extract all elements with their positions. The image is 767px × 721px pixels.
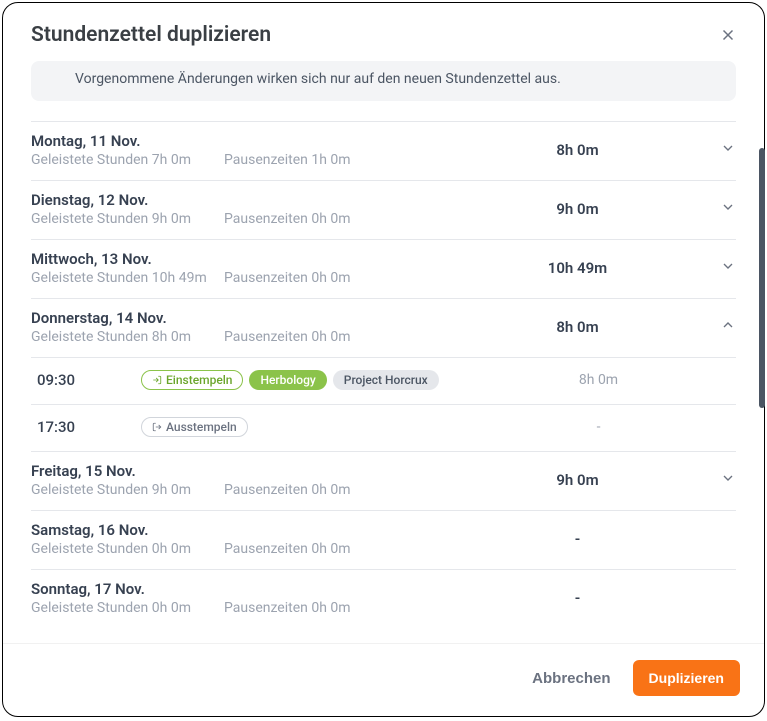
day-name: Dienstag, 12 Nov. [31,191,224,209]
day-break: Pausenzeiten 0h 0m [224,600,429,616]
day-break: Pausenzeiten 0h 0m [224,211,429,227]
day-break: Pausenzeiten 0h 0m [224,541,429,557]
category-badge: Herbology [249,370,326,390]
day-row[interactable]: Freitag, 15 Nov. Geleistete Stunden 9h 0… [31,451,736,510]
day-row[interactable]: Samstag, 16 Nov. Geleistete Stunden 0h 0… [31,510,736,569]
chevron-down-icon [720,199,736,215]
expand-toggle[interactable] [696,199,736,219]
chevron-down-icon [720,140,736,156]
info-banner: Vorgenommene Änderungen wirken sich nur … [31,61,736,101]
day-worked: Geleistete Stunden 8h 0m [31,329,224,345]
scrollbar-thumb[interactable] [759,148,765,408]
chevron-down-icon [720,258,736,274]
modal-header: Stundenzettel duplizieren [3,3,764,61]
close-icon [719,26,737,44]
day-worked: Geleistete Stunden 7h 0m [31,152,224,168]
day-row[interactable]: Montag, 11 Nov. Geleistete Stunden 7h 0m… [31,121,736,180]
project-badge: Project Horcrux [333,370,439,390]
entry-time: 17:30 [31,418,141,436]
expand-toggle[interactable] [696,470,736,490]
day-total: 9h 0m [429,200,696,218]
day-name: Samstag, 16 Nov. [31,521,224,539]
day-break: Pausenzeiten 1h 0m [224,152,429,168]
modal-footer: Abbrechen Duplizieren [3,643,764,716]
day-total: 8h 0m [429,318,696,336]
entry-duration: 8h 0m [471,372,696,388]
day-total: 10h 49m [429,259,696,277]
duplicate-button[interactable]: Duplizieren [633,660,740,696]
clock-out-badge: Ausstempeln [141,417,248,437]
day-total: - [429,589,696,607]
day-break: Pausenzeiten 0h 0m [224,270,429,286]
day-name: Freitag, 15 Nov. [31,462,224,480]
info-banner-text: Vorgenommene Änderungen wirken sich nur … [75,71,561,87]
day-total: 9h 0m [429,471,696,489]
cancel-button[interactable]: Abbrechen [532,670,610,687]
chevron-down-icon [720,470,736,486]
expand-toggle[interactable] [696,140,736,160]
logout-icon [152,422,162,432]
entry-duration: - [471,419,696,435]
modal-title: Stundenzettel duplizieren [31,23,271,47]
day-worked: Geleistete Stunden 0h 0m [31,600,224,616]
login-icon [152,375,162,385]
day-row[interactable]: Dienstag, 12 Nov. Geleistete Stunden 9h … [31,180,736,239]
day-name: Montag, 11 Nov. [31,132,224,150]
entry-time: 09:30 [31,371,141,389]
day-total: - [429,530,696,548]
expand-toggle[interactable] [696,258,736,278]
day-worked: Geleistete Stunden 9h 0m [31,482,224,498]
day-worked: Geleistete Stunden 10h 49m [31,270,224,286]
time-entry-row: 09:30 Einstempeln Herbology Project Horc… [31,357,736,404]
day-name: Mittwoch, 13 Nov. [31,250,224,268]
day-row[interactable]: Donnerstag, 14 Nov. Geleistete Stunden 8… [31,298,736,357]
day-total: 8h 0m [429,141,696,159]
day-name: Donnerstag, 14 Nov. [31,309,224,327]
clock-in-badge: Einstempeln [141,370,243,390]
duplicate-timesheet-modal: Stundenzettel duplizieren Vorgenommene Ä… [2,2,765,717]
day-worked: Geleistete Stunden 9h 0m [31,211,224,227]
chevron-up-icon [720,317,736,333]
day-row[interactable]: Sonntag, 17 Nov. Geleistete Stunden 0h 0… [31,569,736,628]
day-break: Pausenzeiten 0h 0m [224,482,429,498]
modal-body[interactable]: Vorgenommene Änderungen wirken sich nur … [3,61,764,643]
time-entry-row: 17:30 Ausstempeln - [31,404,736,451]
collapse-toggle[interactable] [696,317,736,337]
day-break: Pausenzeiten 0h 0m [224,329,429,345]
day-row[interactable]: Mittwoch, 13 Nov. Geleistete Stunden 10h… [31,239,736,298]
day-name: Sonntag, 17 Nov. [31,580,224,598]
day-worked: Geleistete Stunden 0h 0m [31,541,224,557]
close-button[interactable] [716,23,740,47]
